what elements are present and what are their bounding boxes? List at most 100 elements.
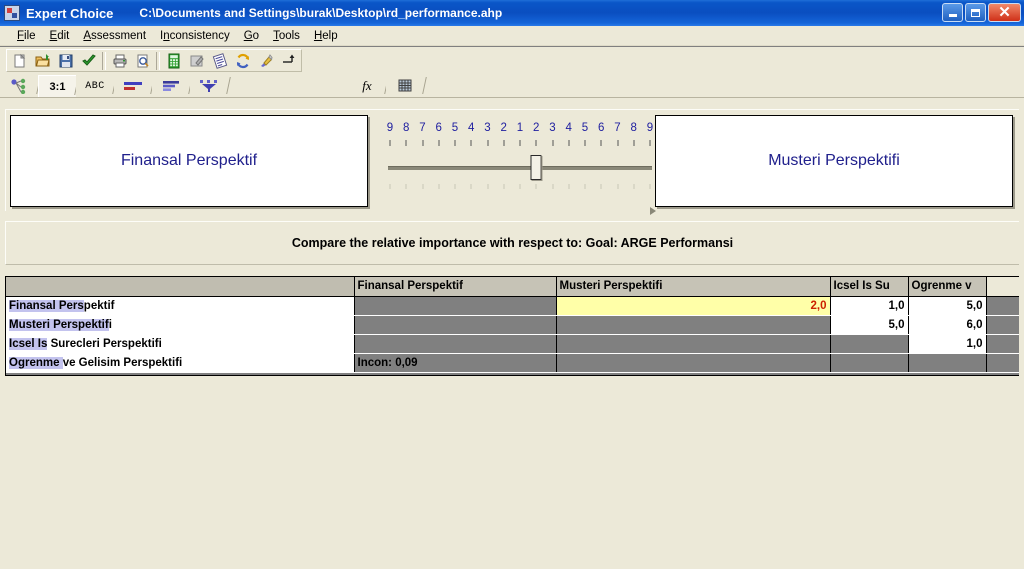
- tab-verbal-label: ABC: [85, 80, 105, 92]
- tab-pairwise[interactable]: [152, 75, 190, 97]
- instruction-text: Compare the relative importance with res…: [291, 236, 734, 250]
- slider-label-5: 4: [468, 122, 475, 134]
- calculator-icon: [168, 53, 179, 68]
- tab-verbal[interactable]: ABC: [76, 75, 114, 97]
- maximize-button[interactable]: [965, 3, 986, 22]
- matrix-header-col-1[interactable]: Musteri Perspektifi: [556, 277, 831, 297]
- menu-item-tools[interactable]: Tools: [266, 28, 307, 44]
- notes-button[interactable]: [185, 50, 208, 71]
- slider-tick-upper-15: [633, 140, 635, 146]
- new-button[interactable]: [8, 50, 31, 71]
- tree-node-icon: [11, 78, 26, 94]
- matrix-cell-value[interactable]: 1,0: [830, 296, 909, 316]
- tab-graphical[interactable]: [114, 75, 152, 97]
- synthesize-button[interactable]: [231, 50, 254, 71]
- matrix-header-col-2[interactable]: Icsel Is Su: [830, 277, 909, 297]
- slider-track[interactable]: [388, 166, 656, 215]
- maximize-icon: [971, 8, 980, 17]
- slider-label-15: 8: [630, 122, 637, 134]
- table-row[interactable]: Icsel Is Surecleri Perspektifi 1,0: [6, 334, 1019, 354]
- row-label-highlight: Ogrenme: [9, 356, 63, 369]
- matrix-cell-value[interactable]: 5,0: [908, 296, 987, 316]
- left-node-box[interactable]: Finansal Perspektif: [10, 114, 368, 207]
- matrix-cell-value[interactable]: 6,0: [908, 315, 987, 335]
- tab-distribute[interactable]: [190, 75, 228, 97]
- menu-item-help-label: elp: [322, 29, 338, 42]
- open-button[interactable]: [31, 50, 54, 71]
- matrix-header-col-3[interactable]: Ogrenme v: [908, 277, 987, 297]
- tab-ratio[interactable]: 3:1: [38, 75, 76, 97]
- menu-item-help[interactable]: Help: [307, 28, 345, 44]
- matrix-row-label[interactable]: Musteri Perspektifi: [6, 315, 355, 335]
- matrix-cell-active[interactable]: 2,0: [556, 296, 831, 316]
- close-icon: ✕: [998, 4, 1011, 21]
- slider-tick-lower-8: [519, 184, 521, 189]
- toolbar-group: [6, 49, 302, 72]
- slider-tick-upper-4: [454, 140, 456, 146]
- new-icon: [14, 53, 25, 67]
- slider-thumb[interactable]: [530, 155, 542, 180]
- table-row[interactable]: Finansal Perspektif 2,0 1,0 5,0: [6, 296, 1019, 316]
- menu-item-assessment[interactable]: Assessment: [76, 28, 153, 44]
- matrix-cell-value[interactable]: 5,0: [830, 315, 909, 335]
- open-folder-icon: [35, 53, 50, 66]
- application-window: Expert Choice C:\Documents and Settings\…: [0, 0, 1024, 569]
- matrix-cell-value[interactable]: 1,0: [908, 334, 987, 354]
- sensitivity-button[interactable]: [208, 50, 231, 71]
- slider-tick-lower-14: [617, 184, 618, 189]
- matrix-cell-empty: [354, 334, 557, 354]
- right-node-box[interactable]: Musteri Perspektifi: [655, 114, 1013, 207]
- matrix-row-label[interactable]: Ogrenme ve Gelisim Perspektifi: [6, 353, 355, 373]
- save-button[interactable]: [54, 50, 77, 71]
- instruction-bar: Compare the relative importance with res…: [5, 221, 1019, 265]
- comparison-slider[interactable]: 98765432123456789: [384, 122, 656, 215]
- menu-item-inconsistency[interactable]: Inconsistency: [153, 28, 237, 44]
- tab-grid[interactable]: [386, 75, 424, 97]
- matrix-header-corner[interactable]: [6, 277, 355, 297]
- tab-formula-label: fx: [362, 78, 372, 93]
- notes-icon: [190, 55, 204, 66]
- print-icon: [113, 54, 126, 67]
- main-toolbar: [0, 47, 1024, 74]
- print-button[interactable]: [108, 50, 131, 71]
- highlighter-button[interactable]: [254, 50, 277, 71]
- menu-item-go[interactable]: Go: [237, 28, 266, 44]
- tab-formula[interactable]: fx: [348, 75, 386, 97]
- tab-ratio-label: 3:1: [49, 80, 66, 93]
- slider-label-1: 8: [403, 122, 410, 134]
- row-label-rest: Surecleri Perspektifi: [47, 337, 162, 350]
- matrix-row-label[interactable]: Icsel Is Surecleri Perspektifi: [6, 334, 355, 354]
- print-preview-button[interactable]: [131, 50, 154, 71]
- save-icon: [59, 54, 72, 67]
- slider-tick-upper-9: [535, 140, 537, 146]
- calculator-button[interactable]: [162, 50, 185, 71]
- menu-item-file-label: ile: [24, 29, 36, 42]
- matrix-cell-empty: [354, 315, 557, 335]
- apply-button[interactable]: [77, 50, 100, 71]
- slider-tick-upper-16: [649, 140, 651, 146]
- slider-tick-lower-11: [568, 184, 570, 189]
- bar-compare-icon: [124, 82, 142, 90]
- matrix-header-col-0[interactable]: Finansal Perspektif: [354, 277, 557, 297]
- matrix-row-label[interactable]: Finansal Perspektif: [6, 296, 355, 316]
- slider-tick-upper-13: [600, 140, 602, 146]
- row-label-rest: i: [108, 318, 112, 331]
- comparison-matrix: Finansal Perspektif Musteri Perspektifi …: [5, 276, 1019, 376]
- table-row[interactable]: Musteri Perspektifi 5,0 6,0: [6, 315, 1019, 335]
- synthesize-icon: [236, 53, 249, 68]
- slider-tick-lower-12: [584, 184, 586, 189]
- row-label-highlight: Icsel Is: [9, 337, 48, 350]
- expert-choice-icon: [4, 5, 20, 21]
- slider-label-11: 4: [565, 122, 572, 134]
- menu-item-edit[interactable]: Edit: [43, 28, 77, 44]
- inconsistency-label: Incon: 0,09: [354, 353, 557, 373]
- slider-tick-lower-2: [422, 184, 423, 189]
- tab-tree-view[interactable]: [0, 75, 38, 97]
- matrix-cell-tail: [986, 315, 1019, 335]
- slider-tick-lower-5: [470, 184, 472, 189]
- minimize-button[interactable]: [942, 3, 963, 22]
- menu-item-file[interactable]: File: [10, 28, 43, 44]
- close-button[interactable]: ✕: [988, 3, 1021, 22]
- table-row[interactable]: Ogrenme ve Gelisim Perspektifi Incon: 0,0…: [6, 353, 1019, 373]
- goto-button[interactable]: [277, 50, 300, 71]
